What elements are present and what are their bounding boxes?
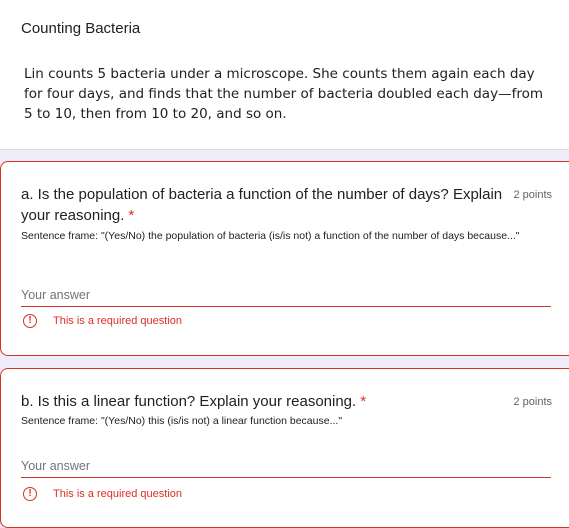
error-text: This is a required question	[53, 488, 183, 500]
section-title: Counting Bacteria	[21, 20, 141, 37]
question-card-b: b. Is this a linear function? Explain yo…	[0, 368, 569, 528]
question-card-a: a. Is the population of bacteria a funct…	[0, 161, 569, 356]
question-title-text: a. Is the population of bacteria a funct…	[21, 186, 503, 224]
answer-input[interactable]	[21, 455, 551, 478]
required-asterisk: *	[360, 393, 367, 410]
required-error: ! This is a required question	[23, 487, 182, 501]
points-label: 2 points	[513, 396, 552, 408]
question-description: Sentence frame: "(Yes/No) the population…	[21, 230, 520, 242]
error-icon: !	[23, 314, 37, 328]
error-text: This is a required question	[53, 315, 183, 327]
question-title: a. Is the population of bacteria a funct…	[21, 184, 503, 226]
section-header-card: Counting Bacteria Lin counts 5 bacteria …	[0, 0, 569, 150]
required-error: ! This is a required question	[23, 314, 182, 328]
error-icon: !	[23, 487, 37, 501]
question-description: Sentence frame: "(Yes/No) this (is/is no…	[21, 415, 343, 427]
points-label: 2 points	[513, 189, 552, 201]
answer-input[interactable]	[21, 284, 551, 307]
question-title-text: b. Is this a linear function? Explain yo…	[21, 393, 357, 410]
question-title: b. Is this a linear function? Explain yo…	[21, 391, 503, 412]
required-asterisk: *	[128, 207, 135, 224]
section-description: Lin counts 5 bacteria under a microscope…	[24, 66, 543, 122]
